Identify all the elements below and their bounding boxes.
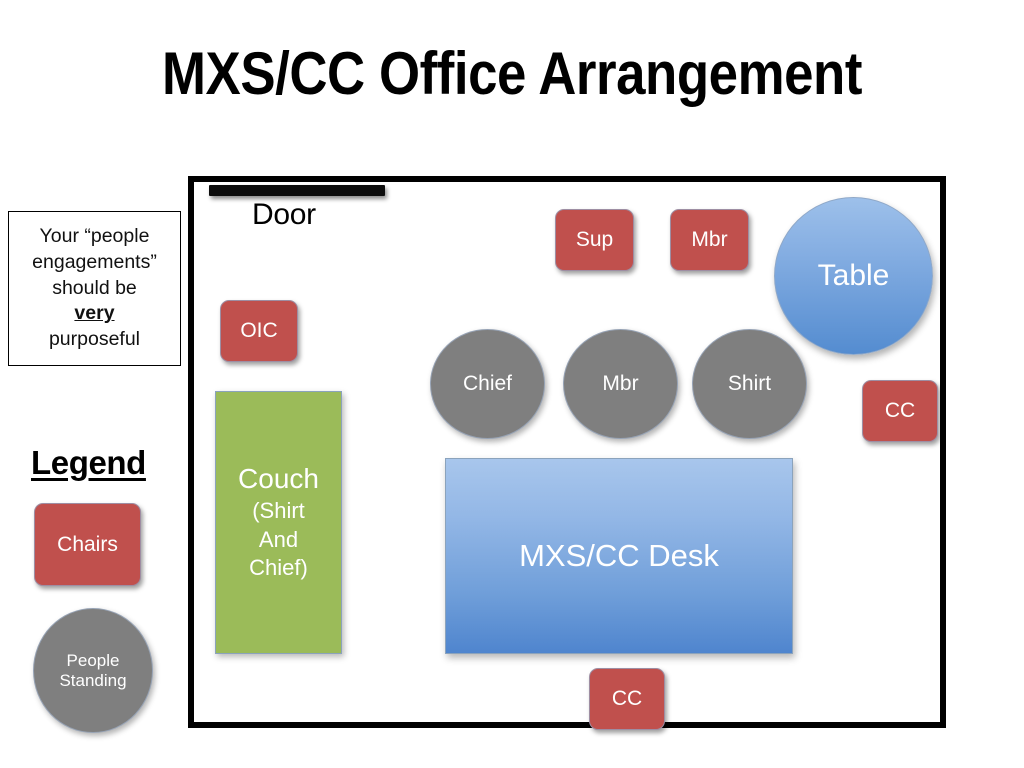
mxs-cc-desk[interactable]: MXS/CC Desk [445,458,793,654]
note-line-2: engagements” [32,250,157,273]
legend-people-label: People Standing [59,651,126,689]
couch-occupants-line-1: (Shirt [252,498,305,524]
round-table-label: Table [817,259,890,293]
note-text: Your “people engagements” should be very… [32,224,157,353]
legend-people-line-2: Standing [59,670,127,690]
people-engagements-note: Your “people engagements” should be very… [8,211,181,366]
chair-sup-label: Sup [575,228,614,252]
legend-people-line-1: People [66,651,120,671]
person-shirt[interactable]: Shirt [692,329,807,439]
door-icon [209,185,385,196]
legend-swatch-people-standing: People Standing [33,608,153,733]
person-shirt-label: Shirt [727,372,772,396]
chair-cc-bottom[interactable]: CC [589,668,665,730]
couch-occupants-line-3: Chief) [249,554,308,580]
legend-title: Legend [31,444,146,481]
couch-occupants-line-2: And [258,526,299,552]
person-chief[interactable]: Chief [430,329,545,439]
chair-oic-label: OIC [240,319,278,343]
note-line-1: Your “people [39,225,150,248]
mxs-cc-desk-label: MXS/CC Desk [519,537,719,573]
chair-oic[interactable]: OIC [220,300,298,362]
note-line-4: purposeful [48,328,141,351]
round-table[interactable]: Table [774,197,933,355]
chair-cc-right-label: CC [884,399,916,423]
note-emphasis: very [74,302,115,325]
chair-mbr[interactable]: Mbr [670,209,749,271]
person-mbr[interactable]: Mbr [563,329,678,439]
legend-chairs-label: Chairs [57,532,118,556]
chair-mbr-label: Mbr [691,228,728,252]
couch-occupants: (Shirt And Chief) [249,497,308,581]
office-room-outline: Door OIC Sup Mbr CC CC Chief Mbr Shirt T… [188,176,946,730]
chair-cc-right[interactable]: CC [862,380,938,442]
legend-swatch-chairs: Chairs [34,503,141,586]
chair-cc-bottom-label: CC [611,687,643,711]
note-line-3: should be [52,276,137,299]
door-label: Door [252,198,316,231]
person-chief-label: Chief [462,372,513,396]
couch[interactable]: Couch (Shirt And Chief) [215,391,342,654]
couch-label: Couch [238,463,319,495]
page-title: MXS/CC Office Arrangement [162,40,862,107]
chair-sup[interactable]: Sup [555,209,634,271]
person-mbr-label: Mbr [602,372,639,396]
